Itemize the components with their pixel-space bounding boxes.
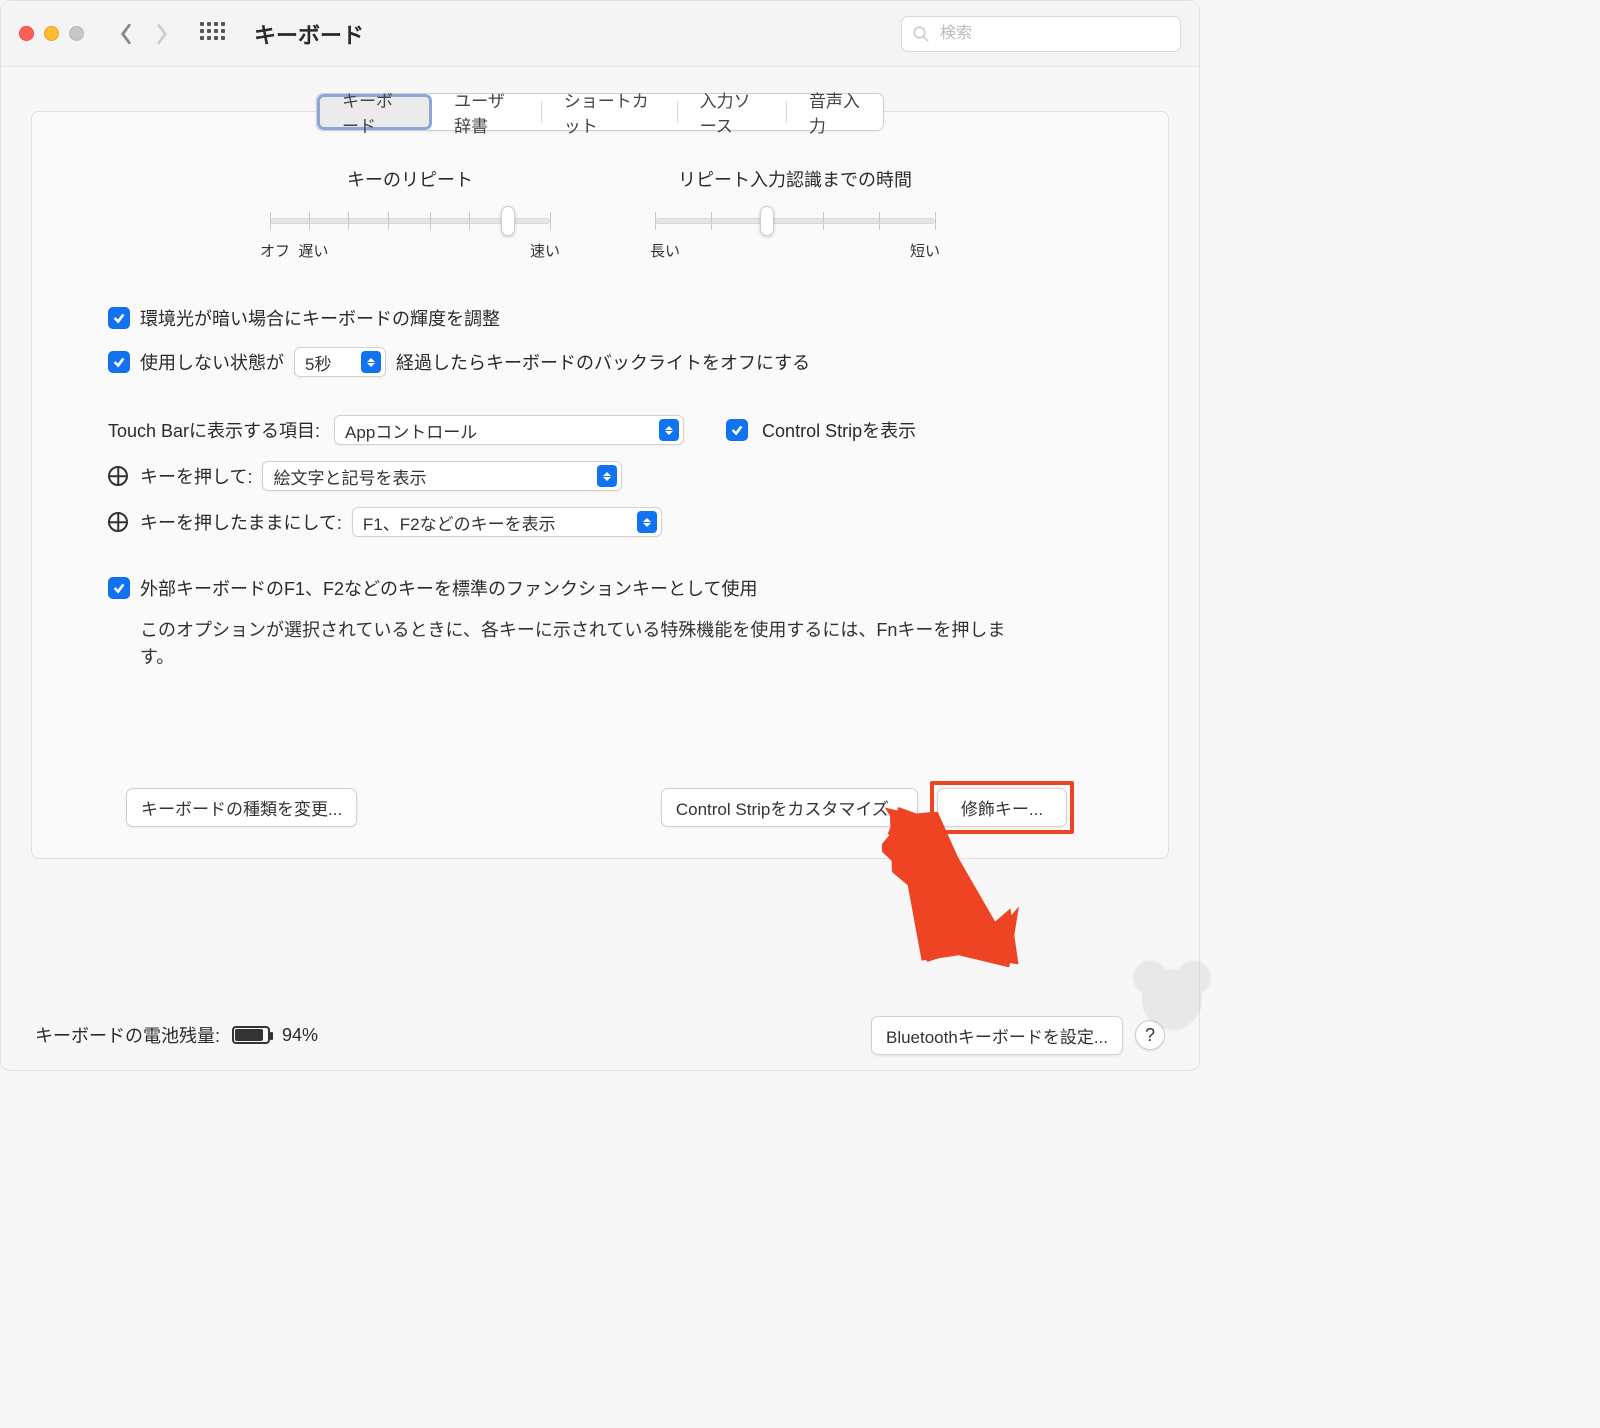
backlight-off-value: 5秒 xyxy=(305,350,331,375)
globe-press-value: 絵文字と記号を表示 xyxy=(273,464,426,489)
customize-control-strip-button[interactable]: Control Stripをカスタマイズ... xyxy=(661,788,918,827)
delay-slider[interactable] xyxy=(655,210,935,232)
search-field[interactable] xyxy=(901,16,1181,52)
globe-press-select[interactable]: 絵文字と記号を表示 xyxy=(262,461,622,491)
fn-keys-checkbox[interactable] xyxy=(108,577,130,599)
show-all-icon[interactable] xyxy=(200,22,224,46)
globe-icon xyxy=(108,512,128,532)
chevron-updown-icon xyxy=(597,465,617,487)
chevron-updown-icon xyxy=(637,511,657,533)
footer: キーボードの電池残量: 94% Bluetoothキーボードを設定... ? xyxy=(1,1000,1199,1070)
zoom-window[interactable] xyxy=(69,26,84,41)
chevron-updown-icon xyxy=(659,419,679,441)
backlight-off-checkbox[interactable] xyxy=(108,351,130,373)
change-keyboard-type-button[interactable]: キーボードの種類を変更... xyxy=(126,788,357,827)
touchbar-label: Touch Barに表示する項目: xyxy=(108,417,320,443)
key-repeat-fast: 速い xyxy=(530,240,560,261)
tab-bar: キーボード ユーザ辞書 ショートカット 入力ソース 音声入力 xyxy=(316,93,884,131)
tab-input-sources[interactable]: 入力ソース xyxy=(678,94,786,130)
delay-label: リピート入力認識までの時間 xyxy=(678,166,912,192)
key-repeat-slow: 遅い xyxy=(298,243,328,260)
search-input[interactable] xyxy=(938,24,1170,44)
adjust-brightness-label: 環境光が暗い場合にキーボードの輝度を調整 xyxy=(140,305,500,331)
fn-keys-description: このオプションが選択されているときに、各キーに示されている特殊機能を使用するには… xyxy=(108,617,1028,671)
delay-long: 長い xyxy=(650,240,680,261)
back-button[interactable] xyxy=(112,20,140,48)
backlight-off-prefix: 使用しない状態が xyxy=(140,349,284,375)
chevron-updown-icon xyxy=(361,351,381,373)
page-title: キーボード xyxy=(254,18,364,50)
pref-panel: キーボード ユーザ辞書 ショートカット 入力ソース 音声入力 キーのリピート オ… xyxy=(31,111,1169,859)
battery-icon xyxy=(232,1026,270,1044)
annotation-highlight: 修飾キー... xyxy=(930,781,1074,834)
backlight-off-select[interactable]: 5秒 xyxy=(294,347,386,377)
sliders-row: キーのリピート オフ 遅い 速い リピート入力認識までの時間 xyxy=(108,166,1092,261)
touchbar-select[interactable]: Appコントロール xyxy=(334,415,684,445)
key-repeat-off: オフ xyxy=(260,243,290,260)
watermark-logo xyxy=(1117,950,1227,1060)
globe-icon xyxy=(108,466,128,486)
forward-button[interactable] xyxy=(148,20,176,48)
globe-hold-select[interactable]: F1、F2などのキーを表示 xyxy=(352,507,662,537)
close-window[interactable] xyxy=(19,26,34,41)
tab-keyboard[interactable]: キーボード xyxy=(317,94,432,130)
tab-dictation[interactable]: 音声入力 xyxy=(787,94,883,130)
bluetooth-keyboard-button[interactable]: Bluetoothキーボードを設定... xyxy=(871,1016,1123,1055)
key-repeat-label: キーのリピート xyxy=(347,166,473,192)
control-strip-label: Control Stripを表示 xyxy=(762,417,916,443)
touchbar-value: Appコントロール xyxy=(345,418,477,443)
globe-hold-value: F1、F2などのキーを表示 xyxy=(363,510,556,535)
battery-label: キーボードの電池残量: xyxy=(35,1022,220,1048)
globe-press-label: キーを押して: xyxy=(140,463,252,489)
annotation-arrow-icon xyxy=(872,812,1002,962)
delay-short: 短い xyxy=(910,240,940,261)
fn-keys-label: 外部キーボードのF1、F2などのキーを標準のファンクションキーとして使用 xyxy=(140,575,757,601)
window-controls xyxy=(19,26,84,41)
key-repeat-slider[interactable] xyxy=(270,210,550,232)
globe-hold-label: キーを押したままにして: xyxy=(140,509,342,535)
adjust-brightness-checkbox[interactable] xyxy=(108,307,130,329)
modifier-keys-button[interactable]: 修飾キー... xyxy=(937,788,1067,827)
backlight-off-suffix: 経過したらキーボードのバックライトをオフにする xyxy=(396,349,810,375)
tab-text[interactable]: ユーザ辞書 xyxy=(432,94,541,130)
battery-percent: 94% xyxy=(282,1025,318,1046)
search-icon xyxy=(912,25,930,43)
control-strip-checkbox[interactable] xyxy=(726,419,748,441)
tab-shortcuts[interactable]: ショートカット xyxy=(542,94,677,130)
minimize-window[interactable] xyxy=(44,26,59,41)
toolbar: キーボード xyxy=(1,1,1199,67)
